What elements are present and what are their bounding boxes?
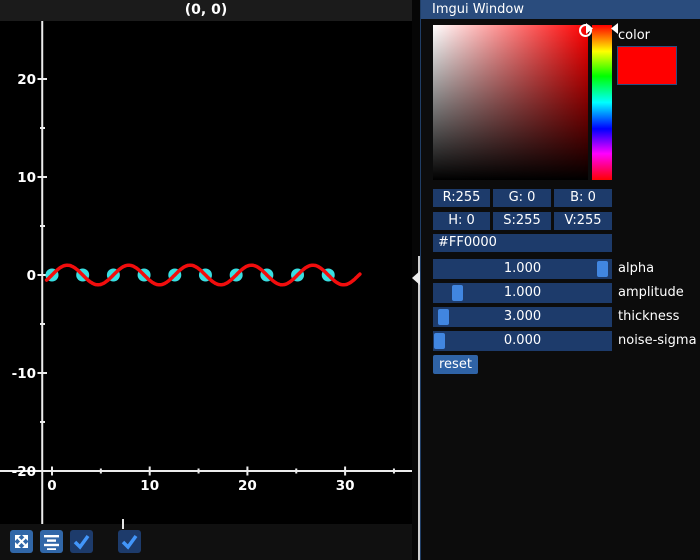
- amplitude-label: amplitude: [618, 283, 684, 303]
- slider-grab[interactable]: [452, 285, 463, 301]
- hue-marker-right-icon: [611, 23, 618, 34]
- plot-canvas[interactable]: 0 10 20 30 20 10 0 -10 -20: [0, 21, 412, 524]
- reset-button[interactable]: reset: [433, 355, 478, 374]
- color-label: color: [618, 28, 650, 43]
- thickness-value: 3.000: [433, 307, 612, 327]
- app-root: (0, 0) 0 10 20 30 20 10 0 -10 -20: [0, 0, 700, 560]
- pan-button[interactable]: [10, 530, 33, 553]
- svg-text:20: 20: [238, 478, 257, 494]
- blue-value-button[interactable]: B: 0: [554, 189, 612, 207]
- hex-input[interactable]: #FF0000: [433, 234, 612, 252]
- alpha-label: alpha: [618, 259, 654, 279]
- svg-text:10: 10: [140, 478, 159, 494]
- hue-bar[interactable]: [592, 25, 612, 180]
- mouse-pos-checkbox[interactable]: [70, 530, 93, 553]
- legend-button[interactable]: [40, 530, 63, 553]
- svg-text:0: 0: [47, 478, 56, 494]
- plot-toolbar: [0, 524, 412, 560]
- fit-frame-checkbox[interactable]: [118, 530, 141, 553]
- svg-text:-10: -10: [12, 366, 36, 382]
- alpha-slider[interactable]: 1.000: [433, 259, 612, 279]
- imgui-window-title[interactable]: Imgui Window: [421, 0, 700, 19]
- slider-grab[interactable]: [438, 309, 449, 325]
- green-value-button[interactable]: G: 0: [493, 189, 551, 207]
- amplitude-slider[interactable]: 1.000: [433, 283, 612, 303]
- cursor-artifact: [122, 519, 124, 529]
- plot-title: (0, 0): [0, 0, 412, 21]
- expand-arrows-icon: [14, 534, 29, 549]
- svg-text:0: 0: [27, 268, 36, 284]
- slider-grab[interactable]: [434, 333, 445, 349]
- saturation-value-button[interactable]: S:255: [493, 212, 551, 230]
- svg-text:20: 20: [17, 72, 36, 88]
- svg-text:30: 30: [336, 478, 355, 494]
- noise-sigma-value: 0.000: [433, 331, 612, 351]
- noise-sigma-slider[interactable]: 0.000: [433, 331, 612, 351]
- saturation-value-picker[interactable]: [433, 25, 588, 180]
- svg-text:10: 10: [17, 170, 36, 186]
- plot-panel: (0, 0) 0 10 20 30 20 10 0 -10 -20: [0, 0, 420, 560]
- checkmark-icon: [70, 530, 93, 553]
- align-center-lines-icon: [44, 534, 59, 550]
- slider-grab[interactable]: [597, 261, 608, 277]
- value-value-button[interactable]: V:255: [554, 212, 612, 230]
- hue-value-button[interactable]: H: 0: [433, 212, 490, 230]
- alpha-value: 1.000: [433, 259, 612, 279]
- red-value-button[interactable]: R:255: [433, 189, 490, 207]
- svg-text:-20: -20: [12, 464, 36, 480]
- noise-sigma-label: noise-sigma: [618, 331, 697, 351]
- imgui-window: Imgui Window color R:255 G: 0 B: 0 H: 0 …: [420, 0, 700, 560]
- thickness-label: thickness: [618, 307, 679, 327]
- color-swatch[interactable]: [617, 46, 677, 85]
- hue-marker-left-icon: [586, 23, 593, 34]
- checkmark-icon: [118, 530, 141, 553]
- thickness-slider[interactable]: 3.000: [433, 307, 612, 327]
